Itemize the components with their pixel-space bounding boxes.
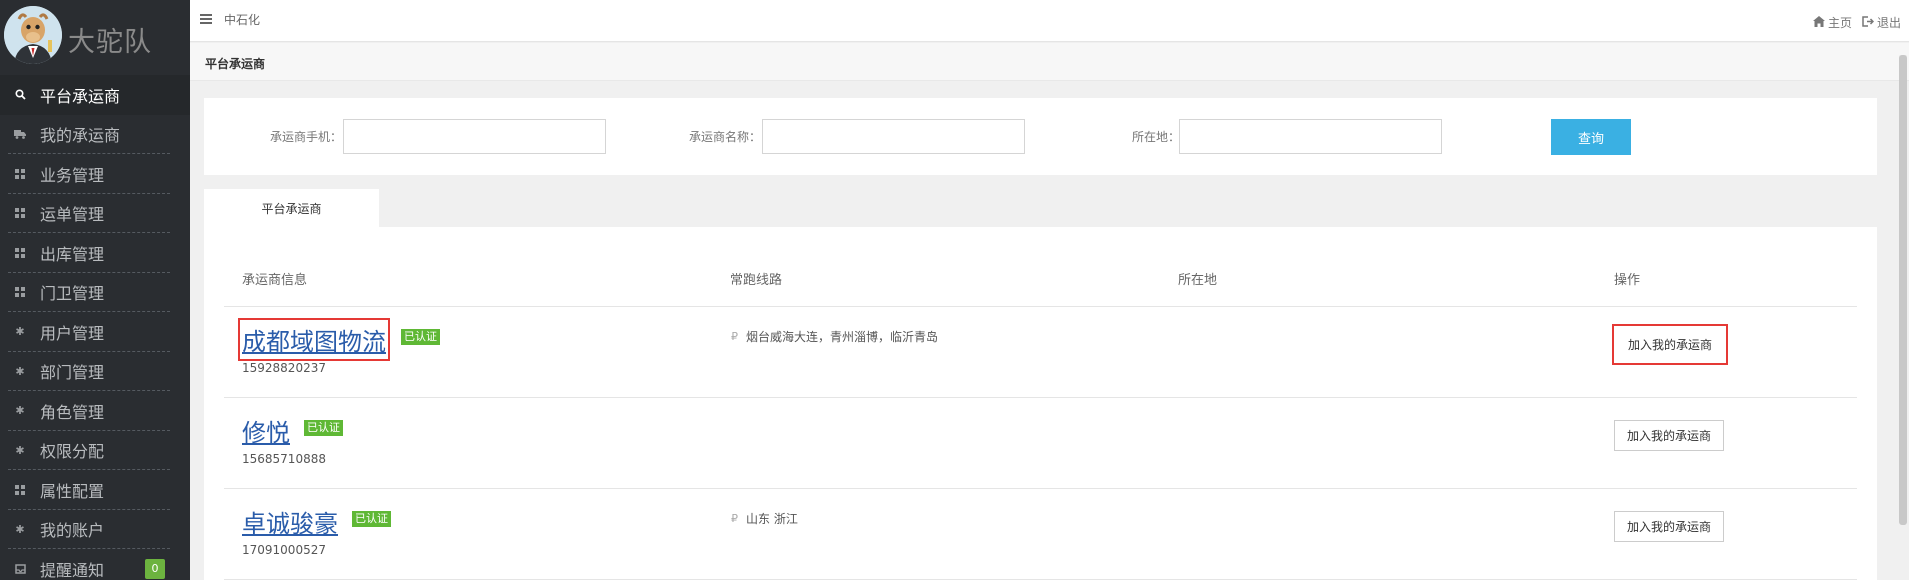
- sidebar-item-attributes[interactable]: 属性配置: [0, 470, 190, 510]
- sidebar-item-label: 平台承运商: [40, 86, 121, 106]
- inbox-icon: [14, 563, 26, 575]
- home-label: 主页: [1827, 16, 1852, 30]
- carrier-name-link[interactable]: 修悦: [242, 413, 290, 448]
- page-header: 平台承运商: [190, 43, 1909, 81]
- company-name: 中石化: [224, 13, 261, 27]
- menu-toggle-icon[interactable]: [200, 14, 212, 24]
- sidebar-item-label: 角色管理: [40, 402, 105, 422]
- column-header-location: 所在地: [1178, 273, 1218, 288]
- gear-icon: ✱: [15, 522, 25, 536]
- add-to-my-carriers-button[interactable]: 加入我的承运商: [1614, 511, 1725, 542]
- logout-icon: [1862, 15, 1875, 30]
- sidebar: 大驼队 平台承运商 我的承运商 业务管理 运单管理 出库管理 门卫管理 ✱ 用户…: [0, 0, 190, 580]
- sidebar-item-platform-carriers[interactable]: 平台承运商: [0, 75, 190, 115]
- route-text: 烟台威海大连，青州淄博，临沂青岛: [746, 330, 939, 344]
- top-links: 主页 退出: [1812, 14, 1901, 31]
- table-row: 成都域图物流 已认证 15928820237 ₽ 烟台威海大连，青州淄博，临沂青…: [224, 307, 1857, 398]
- sidebar-item-label: 权限分配: [40, 442, 105, 462]
- sidebar-item-label: 业务管理: [40, 165, 105, 185]
- truck-icon: [14, 128, 26, 140]
- sidebar-item-label: 部门管理: [40, 363, 105, 383]
- verified-badge: 已认证: [352, 511, 391, 527]
- grid-icon: [14, 168, 26, 180]
- search-icon: [14, 89, 26, 101]
- gear-icon: ✱: [15, 443, 25, 457]
- tab-platform-carriers[interactable]: 平台承运商: [204, 189, 379, 227]
- sidebar-item-users[interactable]: ✱ 用户管理: [0, 312, 190, 352]
- sidebar-item-label: 出库管理: [40, 244, 105, 264]
- column-header-carrier-info: 承运商信息: [242, 273, 308, 288]
- sidebar-item-label: 运单管理: [40, 205, 105, 225]
- search-button[interactable]: 查询: [1551, 119, 1631, 155]
- carrier-name-link[interactable]: 卓诚骏豪: [242, 504, 338, 539]
- sidebar-item-label: 属性配置: [40, 481, 105, 501]
- camel-avatar-logo: [4, 6, 62, 64]
- sidebar-item-label: 用户管理: [40, 323, 105, 343]
- grid-icon: [14, 286, 26, 298]
- sidebar-item-gatekeeper[interactable]: 门卫管理: [0, 273, 190, 313]
- carrier-name-input[interactable]: [762, 119, 1025, 154]
- carrier-route: ₽ 烟台威海大连，青州淄博，临沂青岛: [731, 328, 938, 345]
- brand: 大驼队: [0, 0, 190, 75]
- sidebar-item-waybill[interactable]: 运单管理: [0, 194, 190, 234]
- sidebar-item-my-carriers[interactable]: 我的承运商: [0, 115, 190, 155]
- phone-input[interactable]: [343, 119, 606, 154]
- home-link[interactable]: 主页: [1812, 14, 1852, 31]
- carrier-name-link[interactable]: 成都域图物流: [238, 318, 390, 361]
- home-icon: [1812, 15, 1825, 30]
- table-row: 修悦 已认证 15685710888 加入我的承运商: [224, 398, 1857, 489]
- carrier-route: ₽ 山东 浙江: [731, 510, 798, 527]
- page-title: 平台承运商: [205, 57, 266, 71]
- top-bar: 中石化 主页 退出: [190, 0, 1909, 42]
- table-header: 承运商信息 常跑线路 所在地 操作: [224, 227, 1857, 307]
- sidebar-item-business[interactable]: 业务管理: [0, 154, 190, 194]
- sidebar-item-permissions[interactable]: ✱ 权限分配: [0, 431, 190, 471]
- sidebar-item-label: 我的账户: [40, 521, 105, 541]
- sidebar-item-departments[interactable]: ✱ 部门管理: [0, 352, 190, 392]
- route-text: 山东 浙江: [746, 512, 798, 526]
- gear-icon: ✱: [15, 404, 25, 418]
- sidebar-item-label: 我的承运商: [40, 126, 121, 146]
- table-row: 卓诚骏豪 已认证 17091000527 ₽ 山东 浙江 加入我的承运商: [224, 489, 1857, 580]
- grid-icon: [14, 484, 26, 496]
- location-label: 所在地：: [1132, 130, 1181, 144]
- brand-name: 大驼队: [68, 27, 152, 58]
- search-panel: 承运商手机： 承运商名称： 所在地： 查询: [204, 98, 1877, 175]
- sidebar-item-outbound[interactable]: 出库管理: [0, 233, 190, 273]
- scrollbar-thumb[interactable]: [1899, 55, 1907, 525]
- verified-badge: 已认证: [401, 329, 440, 345]
- phone-label: 承运商手机：: [270, 130, 343, 144]
- add-to-my-carriers-button[interactable]: 加入我的承运商: [1612, 324, 1729, 365]
- sidebar-item-notifications[interactable]: 提醒通知 0: [0, 549, 190, 580]
- sidebar-item-label: 门卫管理: [40, 284, 105, 304]
- verified-badge: 已认证: [304, 420, 343, 436]
- sidebar-menu: 平台承运商 我的承运商 业务管理 运单管理 出库管理 门卫管理 ✱ 用户管理 ✱…: [0, 75, 190, 580]
- carrier-table: 承运商信息 常跑线路 所在地 操作 成都域图物流 已认证 15928820237…: [204, 227, 1877, 580]
- carrier-phone: 15685710888: [242, 452, 326, 466]
- add-to-my-carriers-button[interactable]: 加入我的承运商: [1614, 420, 1725, 451]
- vertical-scrollbar[interactable]: [1899, 55, 1907, 575]
- carrier-phone: 15928820237: [242, 361, 326, 375]
- route-marker-icon: ₽: [731, 512, 738, 525]
- carrier-name-label: 承运商名称：: [689, 130, 762, 144]
- sidebar-item-account[interactable]: ✱ 我的账户: [0, 510, 190, 550]
- sidebar-item-roles[interactable]: ✱ 角色管理: [0, 391, 190, 431]
- notification-count-badge: 0: [145, 558, 165, 579]
- grid-icon: [14, 247, 26, 259]
- gear-icon: ✱: [15, 325, 25, 339]
- location-input[interactable]: [1179, 119, 1442, 154]
- gear-icon: ✱: [15, 364, 25, 378]
- grid-icon: [14, 207, 26, 219]
- route-marker-icon: ₽: [731, 330, 738, 343]
- column-header-routes: 常跑线路: [730, 273, 783, 288]
- logout-label: 退出: [1876, 16, 1901, 30]
- carrier-phone: 17091000527: [242, 543, 326, 557]
- column-header-actions: 操作: [1614, 273, 1641, 288]
- sidebar-item-label: 提醒通知: [40, 560, 105, 580]
- logout-link[interactable]: 退出: [1862, 14, 1901, 31]
